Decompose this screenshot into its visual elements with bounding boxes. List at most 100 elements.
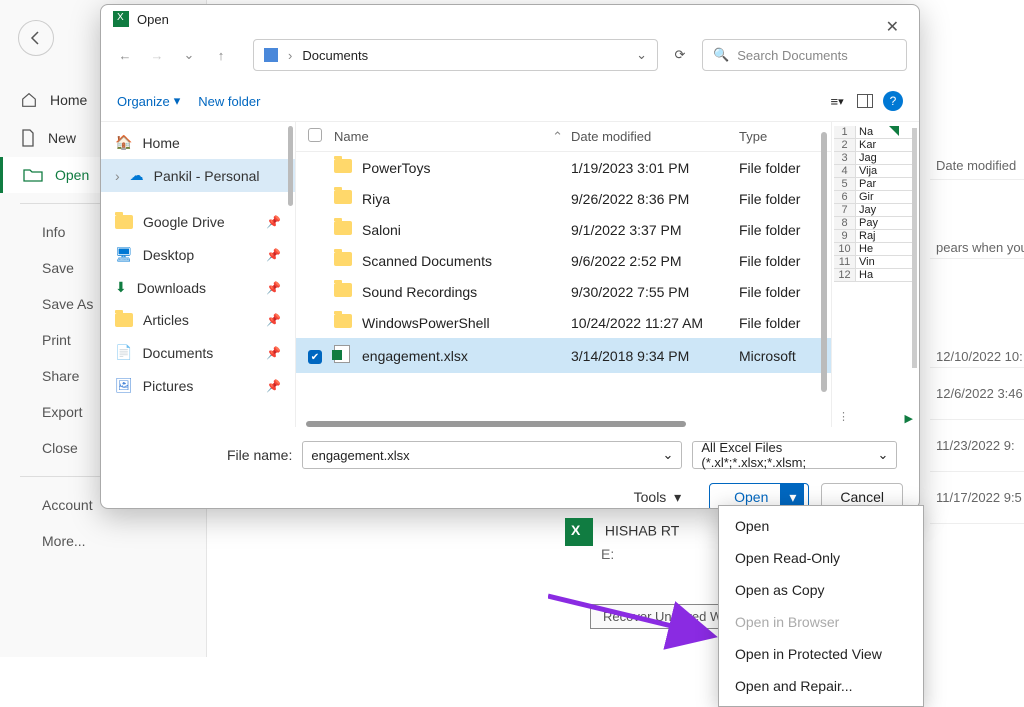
file-row[interactable]: Riya9/26/2022 8:36 PMFile folder [296,183,831,214]
backstage-new-label: New [48,130,76,146]
dialog-nav: ← → ⌄ ↑ › Documents ⌄ ⟳ 🔍 Search Documen… [101,33,919,85]
nav-desktop[interactable]: 🖥Desktop📌 [101,238,295,271]
path-box[interactable]: › Documents ⌄ [253,39,658,71]
behind-hint: pears when you h [930,180,1024,259]
pin-icon[interactable]: 📌 [266,248,281,262]
dialog-bottom: File name: engagement.xlsx ⌄ All Excel F… [101,427,919,509]
folder-icon [115,215,133,229]
pin-icon[interactable]: 📌 [266,379,281,393]
backstage-home-label: Home [50,92,87,108]
behind-row: 12/10/2022 10: [930,259,1024,368]
selection-corner [889,126,899,136]
xlsx-icon [334,345,350,363]
nav-articles[interactable]: Articles📌 [101,304,295,336]
nav-back[interactable]: ← [113,43,137,67]
folder-icon [115,313,133,327]
preview-next-icon[interactable]: ▶ [905,412,913,425]
folder-icon [334,190,352,204]
nav-scrollbar[interactable] [288,126,293,206]
column-name[interactable]: Name [334,129,544,144]
new-folder-button[interactable]: New folder [198,94,260,109]
pin-icon[interactable]: 📌 [266,346,281,360]
file-row[interactable]: PowerToys1/19/2023 3:01 PMFile folder [296,152,831,183]
preview-more-icon[interactable]: ⋮ [838,410,849,423]
refresh-button[interactable]: ⟳ [666,47,694,63]
view-preview-icon[interactable] [857,94,873,108]
open-menu-open[interactable]: Open [719,510,923,542]
pictures-icon: 🖼 [115,377,133,394]
doc-icon: 📄 [115,344,132,361]
behind-header: Date modified [930,0,1024,180]
backstage-open-label: Open [55,167,89,183]
nav-documents[interactable]: 📄Documents📌 [101,336,295,369]
nav-recent[interactable]: ⌄ [177,43,201,67]
file-list-header: Name ⌃ Date modified Type [296,122,831,152]
recent-file-behind[interactable]: HISHAB RT E: [565,518,679,562]
chevron-down-icon[interactable]: ⌄ [662,447,673,463]
folder-icon [334,283,352,297]
dialog-toolbar: Organize ▾ New folder ≡ ▾ ? [101,85,919,122]
file-hscrollbar[interactable] [306,421,686,427]
nav-pictures[interactable]: 🖼Pictures📌 [101,369,295,402]
excel-icon [113,11,129,27]
nav-downloads[interactable]: ⬇Downloads📌 [101,271,295,304]
nav-home[interactable]: 🏠Home [101,126,295,159]
help-icon[interactable]: ? [883,91,903,111]
pin-icon[interactable]: 📌 [266,215,281,229]
backstage-more[interactable]: More... [0,523,206,559]
file-row[interactable]: Sound Recordings9/30/2022 7:55 PMFile fo… [296,276,831,307]
excel-file-icon [565,518,593,546]
path-text: Documents [302,48,368,63]
open-dialog: Open ✕ ← → ⌄ ↑ › Documents ⌄ ⟳ 🔍 Search … [100,4,920,509]
close-button[interactable]: ✕ [876,13,909,41]
open-menu-protected[interactable]: Open in Protected View [719,638,923,670]
preview-scrollbar[interactable] [912,128,917,368]
filename-label: File name: [227,447,292,463]
nav-forward[interactable]: → [145,43,169,67]
preview-pane: 1Na2Kar3Jag4Vija5Par6Gir7Jay8Pay9Raj10He… [831,122,919,427]
file-row[interactable]: Scanned Documents9/6/2022 2:52 PMFile fo… [296,245,831,276]
pin-icon[interactable]: 📌 [266,313,281,327]
folder-icon [334,159,352,173]
file-row[interactable]: engagement.xlsx3/14/2018 9:34 PMMicrosof… [296,338,831,373]
filename-value: engagement.xlsx [311,448,409,463]
nav-gdrive[interactable]: Google Drive📌 [101,206,295,238]
file-type-filter[interactable]: All Excel Files (*.xl*;*.xlsx;*.xlsm; ⌄ [692,441,897,469]
chevron-down-icon[interactable]: ⌄ [636,47,647,63]
column-type[interactable]: Type [739,129,819,144]
behind-row: 11/23/2022 9: [930,420,1024,472]
tools-button[interactable]: Tools ▾ [634,489,682,506]
navigation-pane: 🏠Home ›☁Pankil - Personal Google Drive📌 … [101,122,296,427]
view-list-icon[interactable]: ≡ ▾ [827,91,847,111]
nav-personal[interactable]: ›☁Pankil - Personal [101,159,295,192]
back-button[interactable] [18,20,54,56]
dialog-titlebar: Open [101,5,919,33]
open-menu-repair[interactable]: Open and Repair... [719,670,923,702]
filter-text: All Excel Files (*.xl*;*.xlsx;*.xlsm; [701,440,877,470]
file-row[interactable]: WindowsPowerShell10/24/2022 11:27 AMFile… [296,307,831,338]
background-content: Date modified pears when you h 12/10/202… [930,0,1024,657]
folder-icon [334,314,352,328]
search-input[interactable]: 🔍 Search Documents [702,39,907,71]
open-menu-readonly[interactable]: Open Read-Only [719,542,923,574]
documents-icon [264,48,278,62]
file-row[interactable]: Saloni9/1/2022 3:37 PMFile folder [296,214,831,245]
organize-button[interactable]: Organize ▾ [117,93,180,109]
pin-icon[interactable]: 📌 [266,281,281,295]
open-menu-copy[interactable]: Open as Copy [719,574,923,606]
download-icon: ⬇ [115,279,127,296]
filename-input[interactable]: engagement.xlsx ⌄ [302,441,682,469]
home-icon: 🏠 [115,134,132,151]
recent-filename: HISHAB RT [605,523,679,539]
nav-up[interactable]: ↑ [209,43,233,67]
cloud-icon: ☁ [130,167,144,184]
file-list: Name ⌃ Date modified Type PowerToys1/19/… [296,122,831,427]
recover-unsaved-button[interactable]: Recover Unsaved W [590,604,735,629]
search-placeholder: Search Documents [737,48,848,63]
column-date[interactable]: Date modified [571,129,731,144]
chevron-down-icon[interactable]: ⌄ [877,447,888,463]
folder-icon [334,252,352,266]
behind-row: 12/6/2022 3:46 [930,368,1024,420]
folder-icon [334,221,352,235]
file-scrollbar[interactable] [821,132,827,392]
